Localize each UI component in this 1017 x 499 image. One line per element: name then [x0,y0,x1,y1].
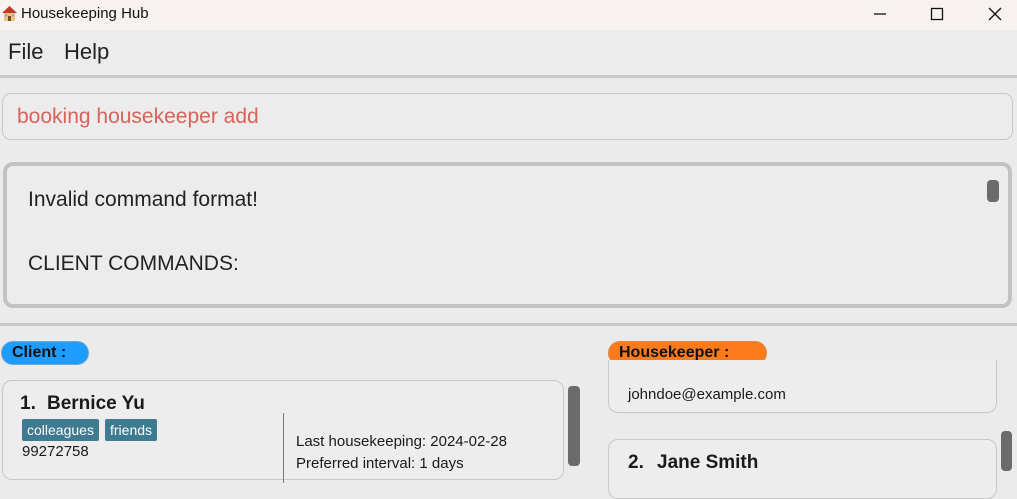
tag: friends [105,419,158,441]
divider [0,75,1017,78]
tag: colleagues [22,419,99,441]
result-line-error: Invalid command format! [28,188,258,211]
result-line-heading: CLIENT COMMANDS: [28,252,239,275]
close-button[interactable] [966,0,1017,28]
client-last-housekeeping: Last housekeeping: 2024-02-28 [296,433,507,450]
maximize-button[interactable] [908,0,966,28]
title-bar: Housekeeping Hub [0,0,1017,30]
client-panel-header: Client : [1,341,89,365]
housekeeper-name: Jane Smith [657,452,759,473]
command-input-value: booking housekeeper add [17,105,259,128]
window-title: Housekeeping Hub [21,5,149,22]
divider [0,323,1017,326]
menu-file[interactable]: File [8,40,43,64]
housekeeper-list-scrollbar-thumb[interactable] [1001,431,1012,471]
client-card[interactable]: 1. Bernice Yu colleagues friends 9927275… [2,380,564,483]
minimize-button[interactable] [851,0,909,28]
command-input[interactable]: booking housekeeper add [2,93,1013,140]
close-icon [988,7,1002,21]
client-name: Bernice Yu [47,393,145,414]
minimize-icon [874,13,886,15]
result-scrollbar-thumb[interactable] [987,180,999,202]
client-phone: 99272758 [22,443,89,460]
client-list-scrollbar-thumb[interactable] [568,386,580,466]
housekeeper-index: 2. [628,452,644,473]
menu-help[interactable]: Help [64,40,109,64]
result-display: Invalid command format! CLIENT COMMANDS: [3,162,1012,308]
maximize-icon [930,7,944,21]
house-icon [2,6,17,21]
housekeeper-email: johndoe@example.com [628,386,786,403]
menu-bar: File Help [0,30,1017,76]
client-preferred-interval: Preferred interval: 1 days [296,455,464,472]
client-index: 1. [20,393,36,414]
card-separator [283,413,284,483]
housekeeper-card[interactable]: johndoe@example.com [608,360,997,413]
housekeeper-card[interactable]: 2. Jane Smith [608,439,997,499]
